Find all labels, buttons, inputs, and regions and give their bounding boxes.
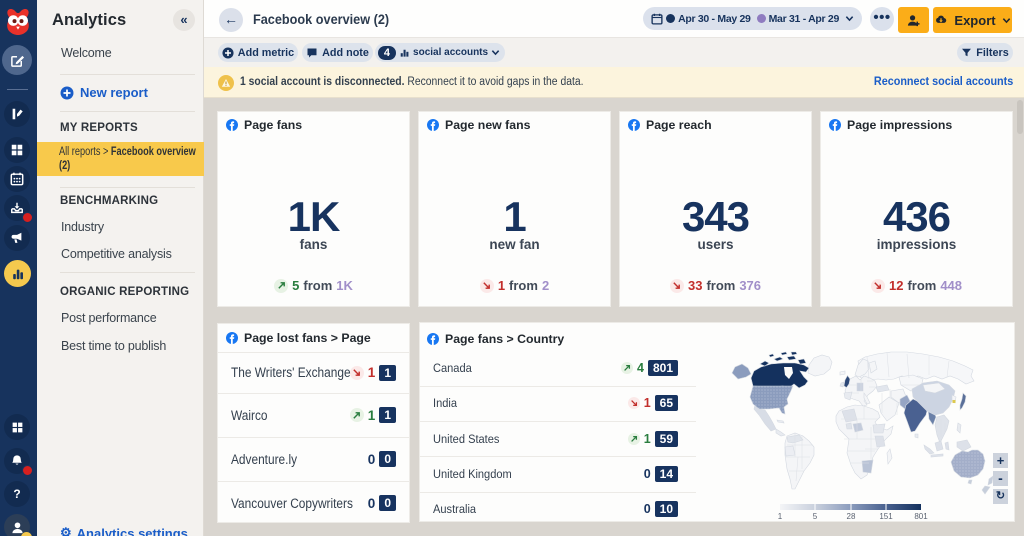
svg-text:1: 1 xyxy=(778,512,783,521)
svg-text:5: 5 xyxy=(813,512,818,521)
svg-text:801: 801 xyxy=(914,512,928,521)
svg-text:28: 28 xyxy=(847,512,856,521)
svg-text:151: 151 xyxy=(879,512,893,521)
